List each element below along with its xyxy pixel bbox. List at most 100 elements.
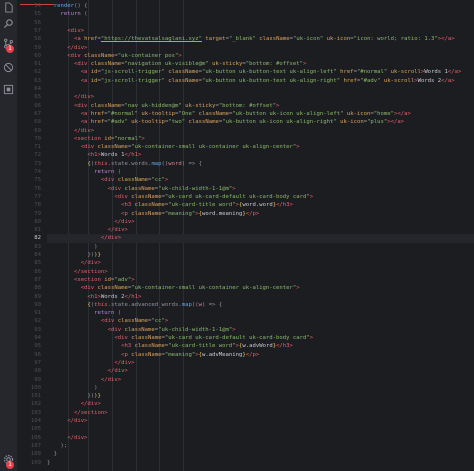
code-token: </div> xyxy=(67,44,88,51)
code-token: </p> xyxy=(245,351,260,358)
code-token: > xyxy=(164,177,169,184)
code-token: return xyxy=(94,310,115,317)
line-number: 108 xyxy=(30,451,41,458)
code-token: className xyxy=(131,351,162,358)
code-token: className xyxy=(134,343,165,350)
code-line[interactable]: <div className="uk-child-width-1-1@m"> xyxy=(47,326,474,334)
code-line[interactable]: <p className="meaning">{w.advMeaning}</p… xyxy=(47,351,474,359)
code-line[interactable] xyxy=(47,425,474,433)
line-number: 91 xyxy=(34,310,41,317)
code-line[interactable]: <h1>Words 1</h1> xyxy=(47,151,474,159)
code-token: w.advWord xyxy=(242,343,273,350)
code-line[interactable]: ) xyxy=(47,384,474,392)
code-line[interactable]: </div> xyxy=(47,359,474,367)
code-line[interactable]: </div> xyxy=(47,259,474,267)
debug-icon[interactable] xyxy=(3,62,14,73)
code-line[interactable]: </div> xyxy=(47,218,474,226)
code-token: "uk-card-title word" xyxy=(168,202,236,209)
code-line[interactable]: </div> xyxy=(47,226,474,234)
code-token: <p xyxy=(121,210,132,217)
activity-bar: 1 1 xyxy=(0,0,17,471)
extensions-icon[interactable] xyxy=(3,84,14,95)
code-line[interactable]: <h3 className="uk-card-title word">{w.ad… xyxy=(47,342,474,350)
code-token: uk-icon xyxy=(340,119,364,126)
code-line[interactable]: ); xyxy=(47,442,474,450)
code-line[interactable]: return ( xyxy=(47,10,474,18)
code-line[interactable]: <a id="js-scroll-trigger" className="uk-… xyxy=(47,68,474,76)
code-line[interactable]: <div className="uk-container pos"> xyxy=(47,52,474,60)
code-token: "uk-container pos" xyxy=(117,52,179,59)
code-line[interactable]: <div className="uk-container-small uk-co… xyxy=(47,143,474,151)
code-token: Words 1 xyxy=(424,69,448,76)
search-icon[interactable] xyxy=(3,18,14,29)
code-line[interactable]: <div className="uk-child-width-1-1@m"> xyxy=(47,185,474,193)
code-line[interactable]: </div> xyxy=(47,376,474,384)
code-line[interactable]: </div> xyxy=(47,367,474,375)
code-line[interactable]: <a href="#normal" uk-tooltip="One" class… xyxy=(47,110,474,118)
code-line[interactable]: </div> xyxy=(47,93,474,101)
code-token: uk-icon xyxy=(326,36,351,43)
code-line[interactable]: ) xyxy=(47,243,474,251)
code-line[interactable]: <div className="navigation uk-visible@m"… xyxy=(47,60,474,68)
code-line[interactable]: <a id="js-scroll-trigger" className="uk-… xyxy=(47,77,474,85)
code-line[interactable]: </div> xyxy=(47,127,474,135)
code-line[interactable]: <div className="uk-card uk-card-default … xyxy=(47,193,474,201)
code-line[interactable]: </div> xyxy=(47,44,474,52)
code-line[interactable] xyxy=(47,85,474,93)
code-line[interactable]: </section> xyxy=(47,268,474,276)
code-line[interactable]: return ( xyxy=(47,309,474,317)
code-token: ) => { xyxy=(181,160,202,167)
code-token: "cc" xyxy=(151,177,165,184)
code-line[interactable]: {(this.state.advanced_words.map((w) => { xyxy=(47,301,474,309)
code-line[interactable]: <p className="meaning">{word.meaning}</p… xyxy=(47,210,474,218)
code-line[interactable]: <div className="nav uk-hidden@m" uk-stic… xyxy=(47,102,474,110)
code-line[interactable]: <div className="cc"> xyxy=(47,176,474,184)
code-token: word xyxy=(168,160,182,167)
code-editor[interactable]: render() { return ( <div> <a href="https… xyxy=(47,0,474,471)
code-line[interactable]: <a href="#adv" uk-tooltip="two" classNam… xyxy=(47,118,474,126)
code-line[interactable]: <div className="cc"> xyxy=(47,317,474,325)
settings-badge: 1 xyxy=(6,461,14,469)
code-line[interactable]: </div> xyxy=(47,400,474,408)
code-token: </div> xyxy=(73,94,95,101)
line-number: 103 xyxy=(30,409,41,416)
code-line[interactable]: <div className="uk-card uk-card-default … xyxy=(47,334,474,342)
code-line[interactable]: }))} xyxy=(47,392,474,400)
code-line[interactable]: <h3 className="uk-card-title word">{word… xyxy=(47,201,474,209)
code-line[interactable]: </div> xyxy=(47,417,474,425)
code-line[interactable]: } xyxy=(47,459,474,467)
code-line[interactable] xyxy=(47,19,474,27)
code-line[interactable]: </section> xyxy=(47,409,474,417)
line-number: 65 xyxy=(34,94,41,101)
code-line[interactable]: <section id="normal"> xyxy=(47,135,474,143)
code-line[interactable]: </div> xyxy=(47,434,474,442)
line-number: 78 xyxy=(34,202,41,209)
code-token: </p> xyxy=(245,210,260,217)
code-line[interactable]: <div> xyxy=(47,27,474,35)
code-token: </section> xyxy=(73,409,108,416)
code-line[interactable]: } xyxy=(47,450,474,458)
code-line[interactable]: }))} xyxy=(47,251,474,259)
code-token: </div> xyxy=(107,227,128,234)
code-line[interactable]: return ( xyxy=(47,168,474,176)
code-token: uk-tooltip xyxy=(131,119,165,126)
code-line[interactable]: render() { xyxy=(47,2,474,10)
code-line[interactable]: {(this.state.words.map((word) => { xyxy=(47,160,474,168)
code-token: className xyxy=(90,61,122,68)
code-token: className xyxy=(134,202,165,209)
code-line[interactable]: <h1>Words 2</h1> xyxy=(47,293,474,301)
code-line[interactable]: </div> xyxy=(47,234,474,243)
code-line[interactable]: <section id="adv"> xyxy=(47,276,474,284)
code-line[interactable]: <a href="https://thevatsalsaglani.xyz" t… xyxy=(47,35,474,43)
files-icon[interactable] xyxy=(3,2,14,13)
code-line[interactable]: <div className="uk-container-small uk-co… xyxy=(47,284,474,292)
code-token: "https://thevatsalsaglani.xyz" xyxy=(100,36,202,43)
